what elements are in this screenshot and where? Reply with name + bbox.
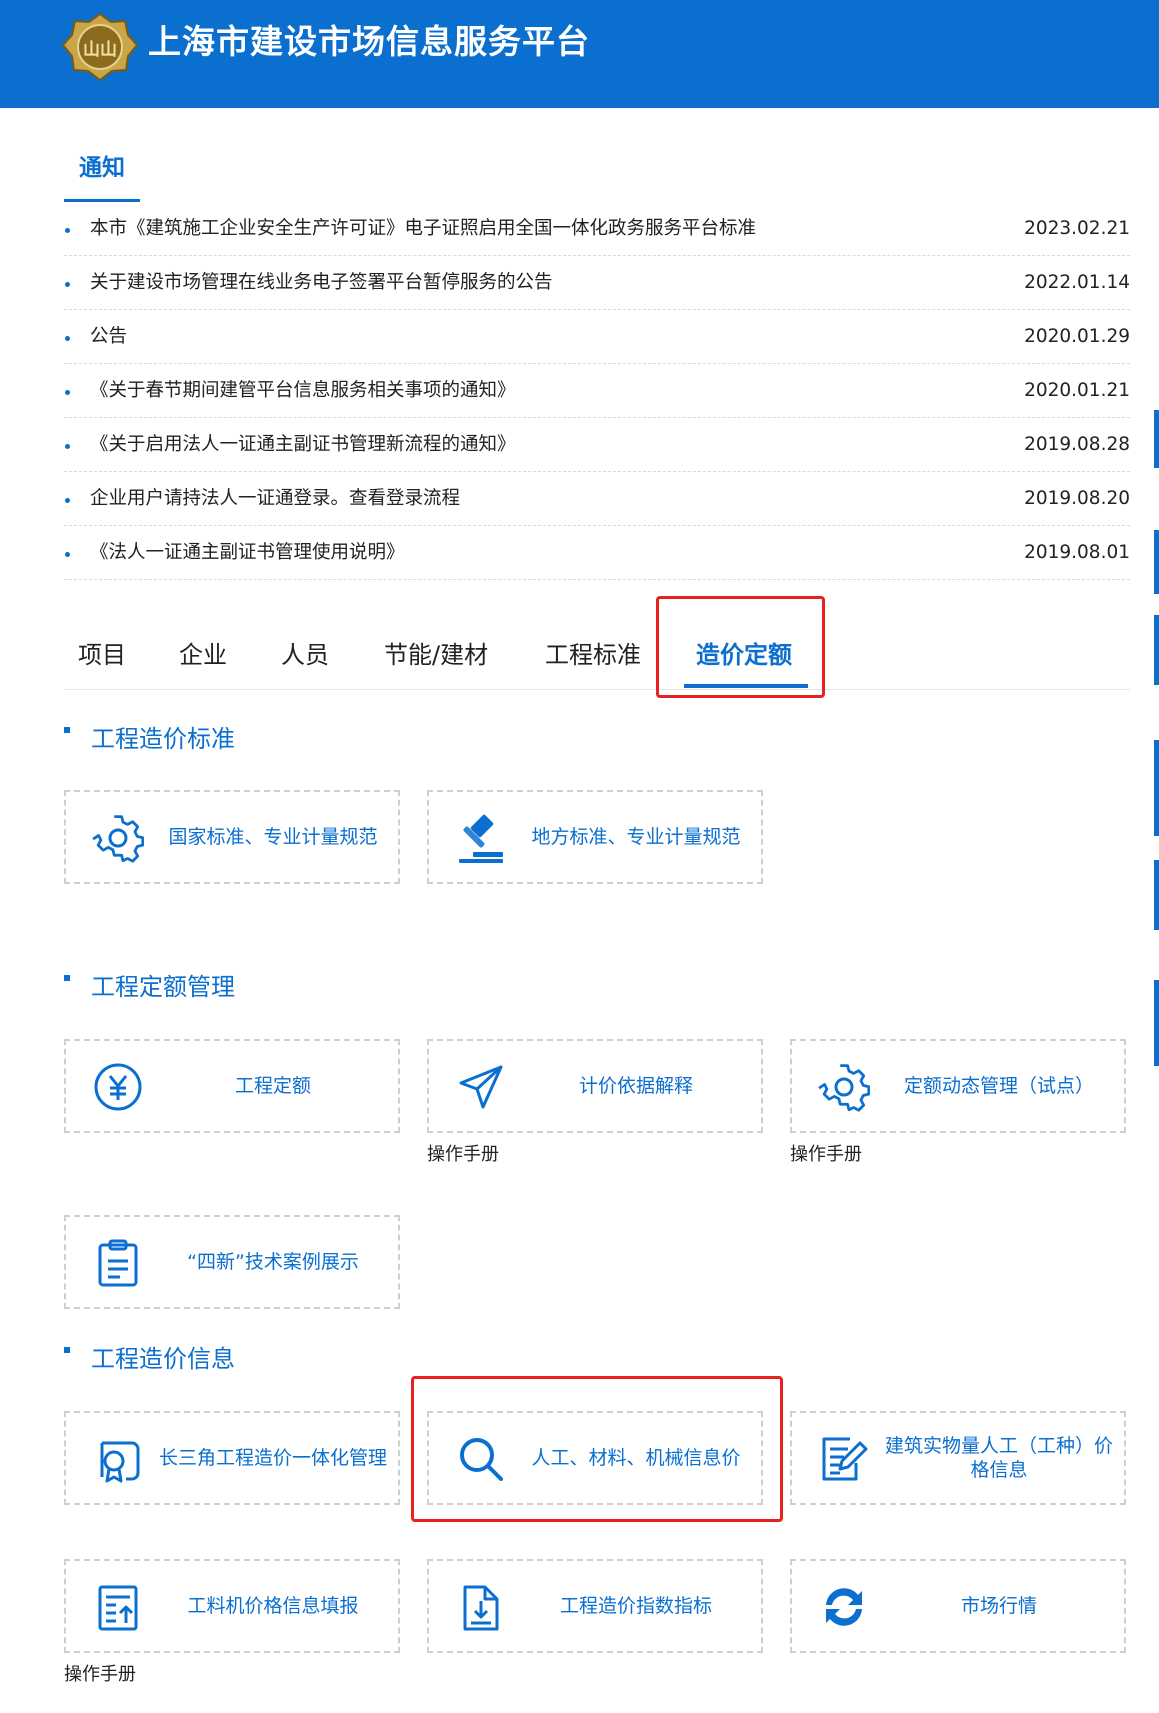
operation-manual-link[interactable]: 操作手册: [790, 1142, 862, 1168]
side-toolbar-tab[interactable]: [1154, 740, 1159, 836]
card-price-info-submission[interactable]: 工料机价格信息填报: [64, 1559, 400, 1653]
notice-item[interactable]: 《关于启用法人一证通主副证书管理新流程的通知》 2019.08.28: [64, 418, 1130, 472]
paper-plane-icon: [455, 1061, 507, 1113]
notice-date: 2023.02.21: [1024, 218, 1130, 239]
tab-notices[interactable]: 通知: [64, 146, 140, 202]
notice-list: 本市《建筑施工企业安全生产许可证》电子证照启用全国一体化政务服务平台标准 202…: [64, 202, 1130, 580]
notice-date: 2020.01.29: [1024, 326, 1130, 347]
card-market-quotes[interactable]: 市场行情: [790, 1559, 1126, 1653]
notice-title[interactable]: 《关于启用法人一证通主副证书管理新流程的通知》: [90, 418, 516, 472]
notice-title[interactable]: 关于建设市场管理在线业务电子签署平台暂停服务的公告: [90, 256, 553, 310]
card-label: 工料机价格信息填报: [187, 1595, 359, 1617]
tab-energy-materials[interactable]: 节能/建材: [384, 620, 488, 690]
section-title-price-info: 工程造价信息: [64, 1342, 235, 1376]
notice-date: 2019.08.01: [1024, 542, 1130, 563]
card-label: 地方标准、专业计量规范: [531, 826, 741, 848]
site-title: 上海市建设市场信息服务平台: [148, 22, 590, 61]
side-toolbar-tab[interactable]: [1154, 530, 1159, 594]
upload-document-icon: [92, 1581, 144, 1633]
card-label: 国家标准、专业计量规范: [168, 826, 378, 848]
tab-projects[interactable]: 项目: [78, 620, 126, 690]
notice-date: 2019.08.28: [1024, 434, 1130, 455]
card-quota-dynamic-management[interactable]: 定额动态管理（试点）: [790, 1039, 1126, 1133]
notice-date: 2020.01.21: [1024, 380, 1130, 401]
category-tabs: 项目 企业 人员 节能/建材 工程标准 造价定额: [64, 620, 1130, 690]
notice-title[interactable]: 本市《建筑施工企业安全生产许可证》电子证照启用全国一体化政务服务平台标准: [90, 202, 756, 256]
card-four-new-tech-cases[interactable]: “四新”技术案例展示: [64, 1215, 400, 1309]
gear-icon: [92, 812, 144, 864]
notice-date: 2022.01.14: [1024, 272, 1130, 293]
card-pricing-interpretation[interactable]: 计价依据解释: [427, 1039, 763, 1133]
notice-title[interactable]: 公告: [90, 310, 127, 364]
yen-circle-icon: [92, 1061, 144, 1113]
card-label: 计价依据解释: [578, 1075, 693, 1097]
notice-date: 2019.08.20: [1024, 488, 1130, 509]
card-building-labor-price[interactable]: 建筑实物量人工（工种）价格信息: [790, 1411, 1126, 1505]
card-label: 长三角工程造价一体化管理: [158, 1447, 387, 1469]
card-label: 工程定额: [234, 1075, 311, 1097]
edit-document-icon: [818, 1433, 870, 1485]
highlight-box-tab: [656, 596, 825, 698]
notice-item[interactable]: 《法人一证通主副证书管理使用说明》 2019.08.01: [64, 526, 1130, 580]
side-toolbar-tab[interactable]: [1154, 860, 1159, 930]
card-label: 工程造价指数指标: [559, 1595, 712, 1617]
card-national-standards[interactable]: 国家标准、专业计量规范: [64, 790, 400, 884]
card-label: 市场行情: [960, 1595, 1037, 1617]
card-cost-index[interactable]: 工程造价指数指标: [427, 1559, 763, 1653]
notice-item[interactable]: 《关于春节期间建管平台信息服务相关事项的通知》 2020.01.21: [64, 364, 1130, 418]
site-logo[interactable]: 山山: [61, 12, 139, 82]
site-header: 山山 上海市建设市场信息服务平台: [0, 0, 1159, 108]
notice-title[interactable]: 《法人一证通主副证书管理使用说明》: [90, 526, 405, 580]
card-label: 定额动态管理（试点）: [903, 1075, 1094, 1097]
gavel-icon: [455, 812, 507, 864]
card-engineering-quota[interactable]: 工程定额: [64, 1039, 400, 1133]
notice-item[interactable]: 公告 2020.01.29: [64, 310, 1130, 364]
svg-text:山山: 山山: [83, 40, 117, 60]
tab-engineering-standards[interactable]: 工程标准: [545, 620, 641, 690]
tab-enterprises[interactable]: 企业: [179, 620, 227, 690]
side-toolbar-tab[interactable]: [1154, 410, 1159, 468]
section-title-quota: 工程定额管理: [64, 970, 235, 1004]
notice-item[interactable]: 关于建设市场管理在线业务电子签署平台暂停服务的公告 2022.01.14: [64, 256, 1130, 310]
notice-title[interactable]: 《关于春节期间建管平台信息服务相关事项的通知》: [90, 364, 516, 418]
highlight-box-price-card: [411, 1376, 783, 1522]
card-label: 建筑实物量人工（工种）价格信息: [884, 1435, 1113, 1481]
operation-manual-link[interactable]: 操作手册: [64, 1662, 136, 1688]
tab-personnel[interactable]: 人员: [281, 620, 329, 690]
section-title-standards: 工程造价标准: [64, 722, 235, 756]
card-local-standards[interactable]: 地方标准、专业计量规范: [427, 790, 763, 884]
side-toolbar-tab[interactable]: [1154, 980, 1159, 1066]
certificate-icon: [92, 1433, 144, 1485]
operation-manual-link[interactable]: 操作手册: [427, 1142, 499, 1168]
tab-notices-label: 通知: [79, 155, 125, 181]
notice-item[interactable]: 企业用户请持法人一证通登录。查看登录流程 2019.08.20: [64, 472, 1130, 526]
side-toolbar-tab[interactable]: [1154, 615, 1159, 685]
card-yangtze-delta-integration[interactable]: 长三角工程造价一体化管理: [64, 1411, 400, 1505]
card-label: “四新”技术案例展示: [187, 1251, 359, 1273]
refresh-icon: [818, 1581, 870, 1633]
notice-item[interactable]: 本市《建筑施工企业安全生产许可证》电子证照启用全国一体化政务服务平台标准 202…: [64, 202, 1130, 256]
notice-title[interactable]: 企业用户请持法人一证通登录。查看登录流程: [90, 472, 460, 526]
gear-icon: [818, 1061, 870, 1113]
clipboard-icon: [92, 1237, 144, 1289]
download-document-icon: [455, 1581, 507, 1633]
